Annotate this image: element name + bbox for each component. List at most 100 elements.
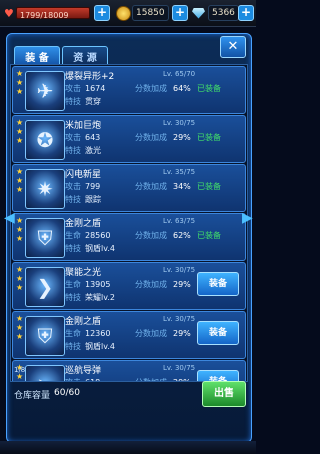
sell-button[interactable]: 出售 — [202, 381, 246, 407]
stat-line: 生命 28560 — [65, 231, 111, 240]
alien-ship-icon: ✈ — [25, 71, 65, 111]
missile-icon: ➤ — [25, 365, 65, 381]
item-name: 金刚之盾 — [65, 219, 102, 229]
star-rating: ★★★ — [16, 315, 24, 341]
item-level: Lv. 30/75 — [163, 119, 196, 127]
star-icon: ★ — [16, 185, 24, 194]
add-gold-button[interactable]: + — [172, 5, 188, 21]
star-rating: ★★★ — [16, 119, 24, 145]
star-icon: ★ — [16, 225, 24, 234]
star-rating: ★★★ — [16, 217, 24, 243]
gold-coin-icon — [116, 5, 131, 21]
stat-line: 生命 13905 — [65, 280, 111, 289]
star-icon: ★ — [16, 234, 24, 243]
stat-line: 生命 12360 — [65, 329, 111, 338]
equipment-row[interactable]: ★ ★ ★ ✪ 米加巨炮 Lv. 30/75 攻击 643 特技 激光 分数加成 29% 已装备 — [12, 115, 246, 163]
item-level: Lv. 30/75 — [163, 364, 196, 372]
equipment-list[interactable]: ★ ★ ★ ✈ 爆裂异形+2 Lv. 65/70 攻击 1674 特技 贯穿 分数加成 64% 已装备 ★… — [10, 64, 248, 382]
add-gem-button[interactable]: + — [238, 5, 254, 21]
skill-line: 特技 钢盾lv.4 — [65, 244, 115, 253]
equipped-status: 已装备 — [197, 182, 221, 191]
item-name: 闪电新星 — [65, 170, 102, 180]
score-bonus: 分数加成 34% — [135, 182, 191, 191]
heart-icon: ♥ — [4, 6, 14, 20]
shield-icon: ⛨ — [25, 316, 65, 356]
energy-wing-icon: ❯ — [25, 267, 65, 307]
equip-button[interactable]: 装备 — [197, 272, 239, 296]
equipped-status: 已装备 — [197, 84, 221, 93]
chevron-left-icon[interactable]: ◀ — [4, 208, 15, 228]
bottom-background — [0, 441, 256, 454]
item-name: 米加巨炮 — [65, 121, 102, 131]
item-level: Lv. 35/75 — [163, 168, 196, 176]
capacity-label: 仓库容量 — [14, 391, 51, 401]
star-icon: ★ — [16, 314, 24, 323]
score-bonus: 分数加成 64% — [135, 84, 191, 93]
stat-line: 攻击 643 — [65, 133, 101, 142]
skill-line: 特技 激光 — [65, 146, 101, 155]
star-icon: ★ — [16, 69, 24, 78]
add-stamina-button[interactable]: + — [94, 5, 110, 21]
score-bonus: 分数加成29% — [135, 377, 191, 381]
star-icon: ★ — [16, 283, 24, 292]
equipment-row[interactable]: ★ ★ ★ ✷ 闪电新星 Lv. 35/75 攻击 799 特技 跟踪 分数加成 34% 已装备 — [12, 164, 246, 212]
star-icon: ★ — [16, 78, 24, 87]
star-icon: ★ — [16, 372, 24, 381]
equipment-row[interactable]: ★ ★ ★ ⛨ 金刚之盾 Lv. 30/75 生命 12360 特技 钢盾lv.4 分数加成 29% 装… — [12, 311, 246, 359]
equip-button[interactable]: 装备 — [197, 321, 239, 345]
star-rating: ★★★ — [16, 70, 24, 96]
star-icon: ★ — [16, 167, 24, 176]
gem-icon — [192, 7, 205, 19]
equipment-row[interactable]: ★ ★ ★ ⛨ 金刚之盾 Lv. 63/75 生命 28560 特技 钢盾lv.4 分数加成 62% 已… — [12, 213, 246, 261]
score-bonus: 分数加成29% — [135, 133, 191, 142]
star-icon: ★ — [16, 127, 24, 136]
equipped-status: 已装备 — [197, 133, 221, 142]
skill-line: 特技 跟踪 — [65, 195, 101, 204]
star-rating: ★★★ — [16, 266, 24, 292]
star-icon: ★ — [16, 274, 24, 283]
star-icon: ★ — [16, 118, 24, 127]
skill-line: 特技 贯穿 — [65, 97, 101, 106]
close-button[interactable]: ✕ — [220, 36, 246, 58]
stamina-text: 1799/18009 — [20, 10, 69, 20]
tab-equipment[interactable]: 装 备 — [14, 46, 60, 66]
item-name: 巡航导弹 — [65, 366, 102, 376]
star-icon: ★ — [16, 323, 24, 332]
item-level: Lv. 30/75 — [163, 266, 196, 274]
equipment-row[interactable]: ★ ★ ★ ❯ 聚能之光 Lv. 30/75 生命 13905 特技 荣耀lv.2 分数加成 29% 装… — [12, 262, 246, 310]
cannon-icon: ✪ — [25, 120, 65, 160]
equipment-row[interactable]: ★★★➤巡航导弹Lv. 30/75攻击618特技跟踪分数加成29%装备 — [12, 360, 246, 381]
lightning-nova-icon: ✷ — [25, 169, 65, 209]
resource-bar: ♥ 1799/18009 + 15850 + 5366 + — [0, 0, 256, 27]
star-icon: ★ — [16, 136, 24, 145]
score-bonus: 分数加成29% — [135, 329, 191, 338]
close-icon: ✕ — [227, 39, 239, 54]
item-level: Lv. 65/70 — [163, 70, 196, 78]
chevron-right-icon[interactable]: ▶ — [242, 208, 253, 228]
gold-value: 15850 — [132, 5, 169, 21]
page-indicator: 1/8 — [14, 366, 26, 374]
star-icon: ★ — [16, 265, 24, 274]
capacity-value: 60/60 — [54, 388, 80, 398]
item-name: 爆裂异形+2 — [65, 72, 115, 82]
item-name: 聚能之光 — [65, 268, 102, 278]
star-rating: ★★★ — [16, 168, 24, 194]
equipment-row[interactable]: ★ ★ ★ ✈ 爆裂异形+2 Lv. 65/70 攻击 1674 特技 贯穿 分数加成 64% 已装备 — [12, 66, 246, 114]
shield-icon: ⛨ — [25, 218, 65, 258]
stat-line: 攻击618 — [65, 377, 100, 381]
stat-line: 攻击 799 — [65, 182, 101, 191]
tab-resources[interactable]: 资 源 — [62, 46, 108, 66]
star-icon: ★ — [16, 87, 24, 96]
item-level: Lv. 63/75 — [163, 217, 196, 225]
gem-value: 5366 — [208, 5, 239, 21]
skill-line: 特技 荣耀lv.2 — [65, 293, 115, 302]
star-icon: ★ — [16, 216, 24, 225]
score-bonus: 分数加成29% — [135, 280, 191, 289]
star-icon: ★ — [16, 332, 24, 341]
item-name: 金刚之盾 — [65, 317, 102, 327]
skill-line: 特技 钢盾lv.4 — [65, 342, 115, 351]
score-bonus: 分数加成 62% — [135, 231, 191, 240]
stat-line: 攻击 1674 — [65, 84, 106, 93]
equipped-status: 已装备 — [197, 231, 221, 240]
star-icon: ★ — [16, 176, 24, 185]
